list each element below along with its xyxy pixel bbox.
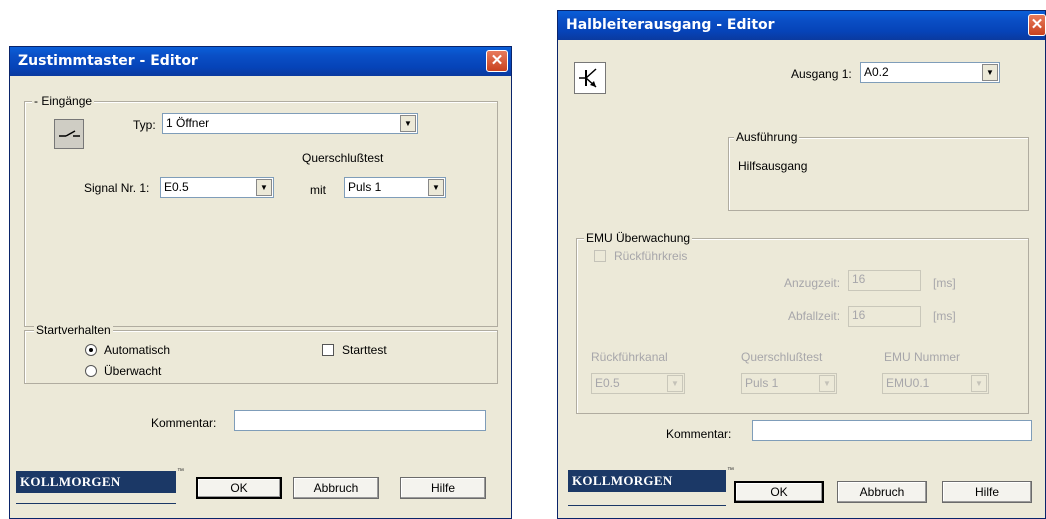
puls-select[interactable]: Puls 1 ▼: [344, 177, 446, 198]
trademark-mark: ™: [177, 468, 184, 475]
dropout-time-input[interactable]: 16: [848, 306, 921, 327]
radio-automatisch-label[interactable]: Automatisch: [104, 343, 170, 358]
feedback-circuit-checkbox[interactable]: [594, 250, 606, 262]
kollmorgen-logo: KOLLMORGEN: [16, 471, 176, 493]
emu-number-label: EMU Nummer: [884, 350, 961, 364]
kollmorgen-logo: KOLLMORGEN: [568, 470, 726, 492]
chevron-down-icon[interactable]: ▼: [819, 375, 835, 392]
feedback-channel-select[interactable]: E0.5 ▼: [591, 373, 685, 394]
inputs-group: [24, 101, 498, 327]
chevron-down-icon[interactable]: ▼: [982, 64, 998, 81]
dropout-time-label: Abfallzeit:: [788, 309, 841, 323]
output-label: Ausgang 1:: [791, 67, 852, 81]
dropout-unit: [ms]: [933, 309, 956, 323]
chevron-down-icon[interactable]: ▼: [400, 115, 416, 132]
cancel-button[interactable]: Abbruch: [837, 481, 927, 503]
transistor-icon: [574, 62, 606, 94]
chevron-down-icon[interactable]: ▼: [428, 179, 444, 196]
signal-select-value: E0.5: [164, 180, 189, 194]
title-bar[interactable]: Zustimmtaster - Editor: [10, 47, 511, 76]
chevron-down-icon[interactable]: ▼: [971, 375, 987, 392]
starttest-label[interactable]: Starttest: [342, 343, 387, 358]
output-select[interactable]: A0.2 ▼: [860, 62, 1000, 83]
start-behavior-legend: Startverhalten: [34, 323, 113, 338]
crossfault-label: Querschlußtest: [741, 350, 823, 364]
comment-input[interactable]: [752, 420, 1032, 441]
pickup-time-input[interactable]: 16: [848, 270, 921, 291]
comment-input[interactable]: [234, 410, 486, 431]
close-button[interactable]: ✕: [1028, 14, 1046, 36]
pickup-unit: [ms]: [933, 276, 956, 290]
title-bar[interactable]: Halbleiterausgang - Editor: [558, 11, 1045, 40]
feedback-circuit-label[interactable]: Rückführkreis: [614, 249, 687, 264]
halbleiterausgang-editor-window: Halbleiterausgang - Editor ✕ Ausgang 1: …: [557, 10, 1046, 519]
crossfault-select[interactable]: Puls 1 ▼: [741, 373, 837, 394]
logo-underline: [568, 505, 726, 506]
emu-number-value: EMU0.1: [886, 376, 930, 390]
radio-ueberwacht-label[interactable]: Überwacht: [104, 364, 161, 379]
typ-select[interactable]: 1 Öffner ▼: [162, 113, 418, 134]
feedback-channel-value: E0.5: [595, 376, 620, 390]
execution-legend: Ausführung: [734, 130, 800, 145]
window-title: Zustimmtaster - Editor: [18, 53, 198, 69]
signal-select[interactable]: E0.5 ▼: [160, 177, 274, 198]
logo-underline: [16, 503, 176, 504]
crossfault-label: Querschlußtest: [302, 151, 384, 165]
ok-button[interactable]: OK: [734, 481, 824, 503]
puls-select-value: Puls 1: [348, 180, 382, 194]
radio-ueberwacht[interactable]: [85, 365, 97, 377]
cancel-button[interactable]: Abbruch: [293, 477, 379, 499]
chevron-down-icon[interactable]: ▼: [256, 179, 272, 196]
feedback-channel-label: Rückführkanal: [591, 350, 668, 364]
execution-value: Hilfsausgang: [738, 159, 808, 173]
start-behavior-group: [24, 330, 498, 384]
close-button[interactable]: ✕: [486, 50, 508, 72]
mit-label: mit: [310, 183, 326, 197]
typ-label: Typ:: [133, 118, 156, 132]
output-select-value: A0.2: [864, 65, 889, 79]
emu-number-select[interactable]: EMU0.1 ▼: [882, 373, 989, 394]
pickup-time-label: Anzugzeit:: [784, 276, 841, 290]
help-button[interactable]: Hilfe: [942, 481, 1032, 503]
help-button[interactable]: Hilfe: [400, 477, 486, 499]
switch-icon: [54, 119, 84, 149]
ok-button[interactable]: OK: [196, 477, 282, 499]
window-title: Halbleiterausgang - Editor: [566, 17, 775, 33]
signal-label: Signal Nr. 1:: [84, 181, 150, 195]
radio-automatisch[interactable]: [85, 344, 97, 356]
starttest-checkbox[interactable]: [322, 344, 334, 356]
comment-label: Kommentar:: [666, 427, 732, 441]
zustimmtaster-editor-window: Zustimmtaster - Editor ✕ - Eingänge Typ:…: [9, 46, 512, 519]
chevron-down-icon[interactable]: ▼: [667, 375, 683, 392]
execution-group: [728, 137, 1029, 211]
inputs-group-legend: - Eingänge: [32, 94, 95, 109]
trademark-mark: ™: [727, 467, 734, 474]
comment-label: Kommentar:: [151, 416, 217, 430]
emu-legend: EMU Überwachung: [584, 231, 693, 246]
crossfault-value: Puls 1: [745, 376, 779, 390]
typ-select-value: 1 Öffner: [166, 116, 210, 130]
